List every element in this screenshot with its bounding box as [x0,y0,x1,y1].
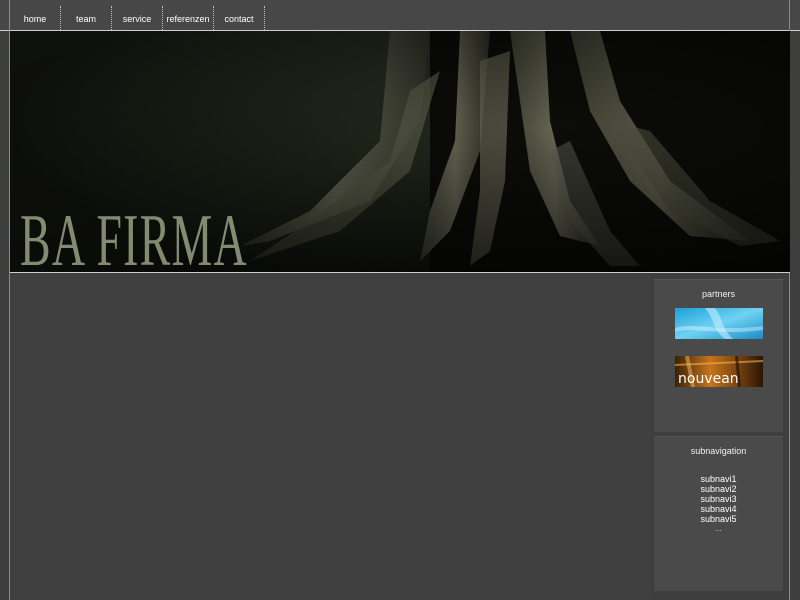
subnav-item-1[interactable]: subnavi1 [654,474,783,484]
partners-title: partners [701,289,736,299]
brand-title: BA FIRMA [20,200,248,273]
nouvean-logo-text: nouvean [678,371,739,387]
subnav-item-5[interactable]: subnavi5 [654,514,783,524]
subnavigation-title: subnavigation [690,446,747,456]
subnav-item-2[interactable]: subnavi2 [654,484,783,494]
subnavigation-box: subnavigation subnavi1 subnavi2 subnavi3… [654,436,783,591]
blue-partner-logo-image [674,308,763,339]
header-banner: BA FIRMA [10,31,790,273]
blue-partner-logo[interactable] [674,308,763,339]
subnavigation-list: subnavi1 subnavi2 subnavi3 subnavi4 subn… [654,474,783,534]
nouvean-partner-logo-image: nouvean [674,356,763,387]
nouvean-partner-logo[interactable]: nouvean [674,356,763,387]
partners-box: partners nouvean [654,279,783,432]
subnav-more: ... [715,524,722,533]
subnav-item-4[interactable]: subnavi4 [654,504,783,514]
subnav-item-3[interactable]: subnavi3 [654,494,783,504]
main-content-area [10,275,650,600]
